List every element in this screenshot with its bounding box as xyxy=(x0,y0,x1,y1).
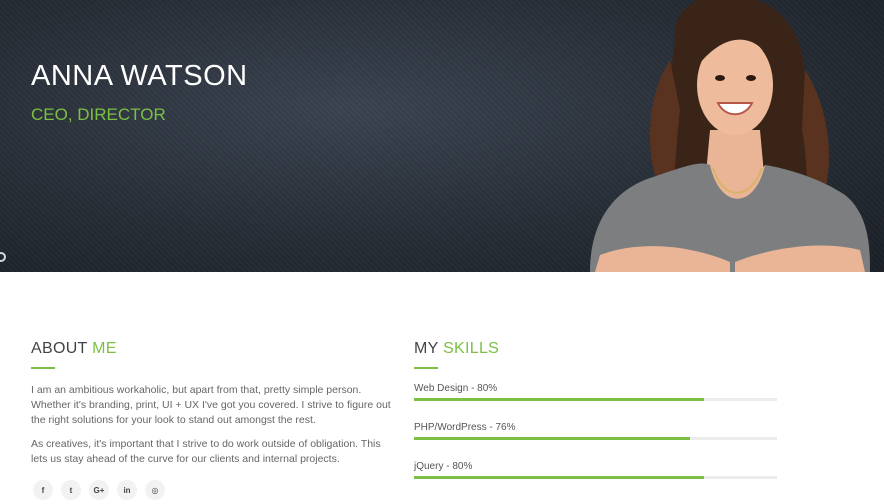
hero-banner: ANNA WATSON CEO, DIRECTOR xyxy=(0,0,884,272)
skill-bar-jquery xyxy=(414,476,777,479)
about-paragraph-2: As creatives, it's important that I stri… xyxy=(31,438,381,465)
skill-label-php-wordpress: PHP/WordPress - 76% xyxy=(414,422,516,433)
about-paragraph-1: I am an ambitious workaholic, but apart … xyxy=(31,384,391,426)
skills-title: MY SKILLS xyxy=(414,340,500,357)
skill-fill xyxy=(414,398,705,401)
skills-title-underline xyxy=(414,367,438,369)
google-plus-icon[interactable]: G+ xyxy=(89,480,109,500)
profile-portrait xyxy=(590,0,870,272)
twitter-icon[interactable]: t xyxy=(61,480,81,500)
facebook-icon[interactable]: f xyxy=(33,480,53,500)
social-links: f t G+ in ◎ xyxy=(33,480,165,500)
about-title: ABOUT ME xyxy=(31,340,117,357)
profile-role: CEO, DIRECTOR xyxy=(31,105,166,124)
about-title-underline xyxy=(31,367,55,369)
skill-label-web-design: Web Design - 80% xyxy=(414,383,498,394)
skill-label-jquery: jQuery - 80% xyxy=(414,461,473,472)
skill-bar-web-design xyxy=(414,398,777,401)
instagram-icon[interactable]: ◎ xyxy=(145,480,165,500)
linkedin-icon[interactable]: in xyxy=(117,480,137,500)
skill-bar-php-wordpress xyxy=(414,437,777,440)
skill-fill xyxy=(414,476,705,479)
profile-name: ANNA WATSON xyxy=(31,60,248,92)
slider-indicator-icon[interactable] xyxy=(0,252,6,262)
skill-fill xyxy=(414,437,690,440)
